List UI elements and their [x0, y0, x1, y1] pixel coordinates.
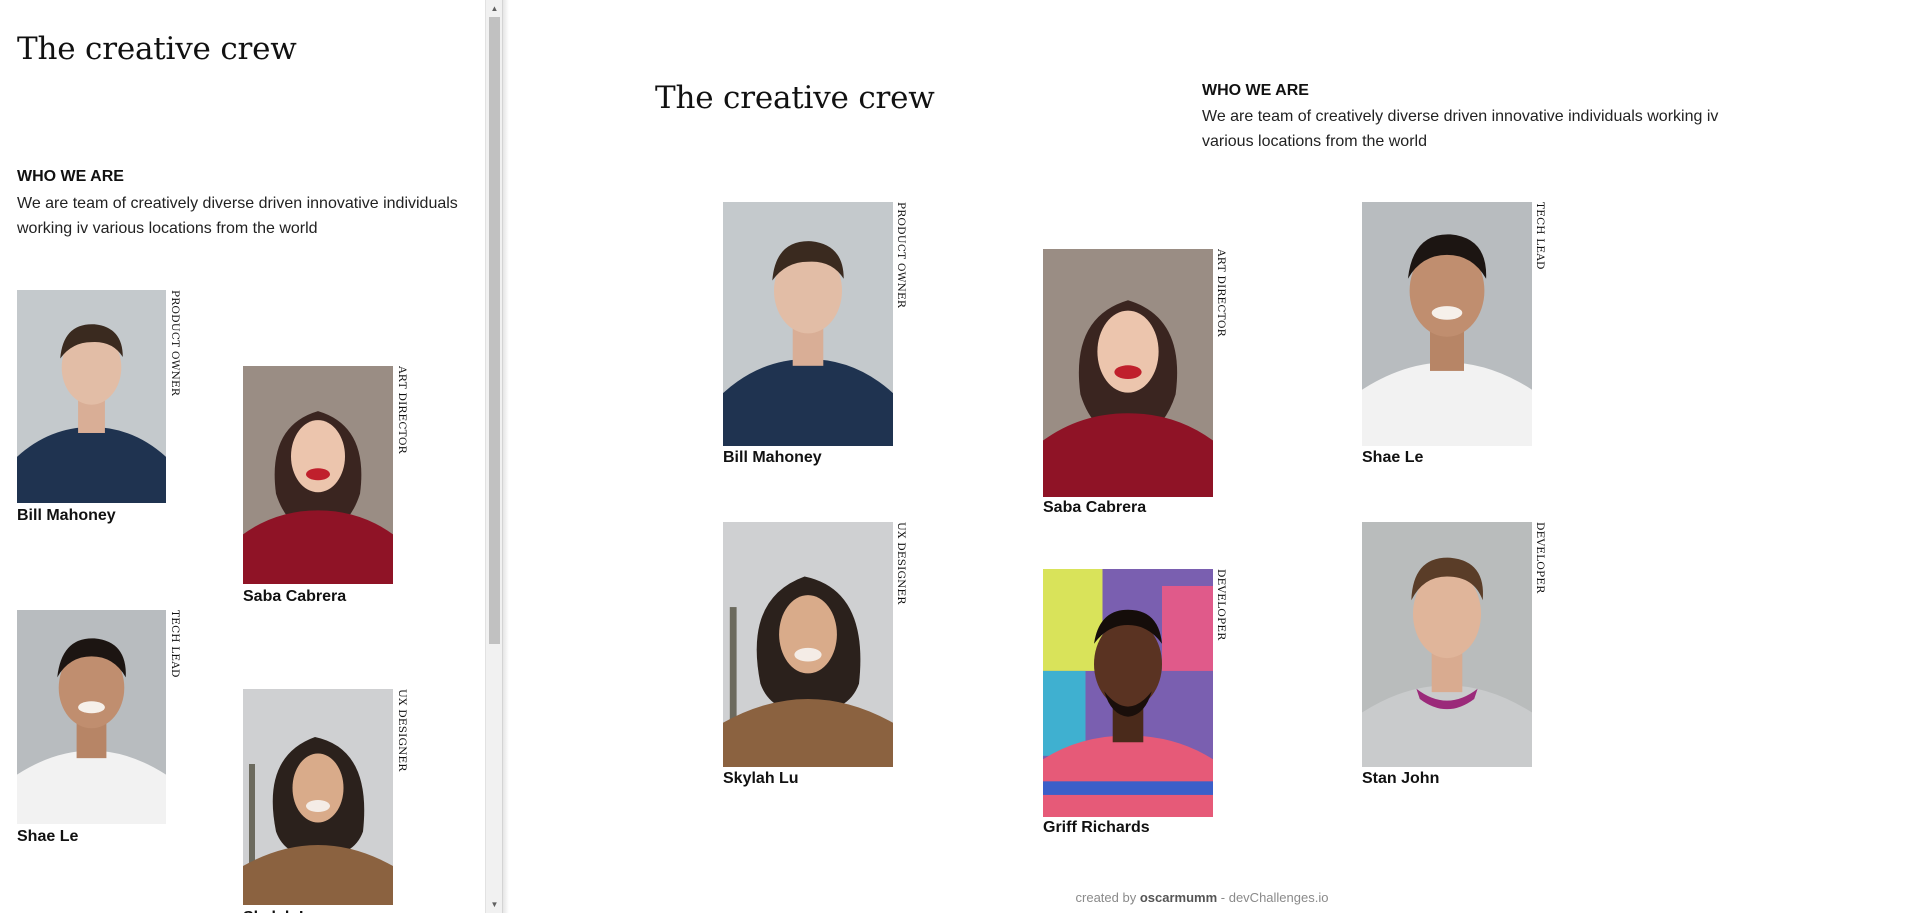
- footer-suffix: - devChallenges.io: [1220, 890, 1329, 905]
- member-role-shae-le: TECH LEAD: [169, 610, 181, 678]
- member-name-bill-mahoney: Bill Mahoney: [17, 507, 116, 524]
- member-photo-bill-mahoney: [17, 290, 166, 503]
- scrollbar-thumb[interactable]: [489, 17, 500, 644]
- member-name-stan-john-desktop: Stan John: [1362, 770, 1440, 787]
- member-photo-skylah-lu-desktop: [723, 522, 893, 767]
- member-photo-shae-le: [17, 610, 166, 824]
- member-role-saba-cabrera: ART DIRECTOR: [396, 366, 408, 454]
- member-role-shae-le-desktop: TECH LEAD: [1534, 202, 1546, 270]
- member-photo-skylah-lu: [243, 689, 393, 905]
- member-role-skylah-lu: UX DESIGNER: [396, 689, 408, 772]
- member-photo-stan-john-desktop: [1362, 522, 1532, 767]
- member-name-skylah-lu-desktop: Skylah Lu: [723, 770, 799, 787]
- member-name-saba-cabrera-desktop: Saba Cabrera: [1043, 499, 1147, 516]
- member-name-griff-richards-desktop: Griff Richards: [1043, 819, 1150, 836]
- footer-prefix: created by: [1075, 890, 1137, 905]
- member-photo-shae-le-desktop: [1362, 202, 1532, 446]
- member-name-shae-le-desktop: Shae Le: [1362, 449, 1424, 466]
- page-title-desktop: The creative crew: [655, 80, 935, 116]
- member-photo-bill-mahoney-desktop: [723, 202, 893, 446]
- who-we-are-heading: WHO WE ARE: [17, 168, 124, 185]
- team-description-desktop: We are team of creatively diverse driven…: [1202, 108, 1719, 150]
- member-role-stan-john-desktop: DEVELOPER: [1534, 522, 1546, 594]
- pane-divider-shadow: [503, 0, 509, 913]
- member-photo-saba-cabrera-desktop: [1043, 249, 1213, 497]
- member-role-bill-mahoney: PRODUCT OWNER: [169, 290, 181, 396]
- member-name-shae-le: Shae Le: [17, 828, 79, 845]
- member-name-skylah-lu: Skylah Lu: [243, 909, 319, 913]
- member-name-saba-cabrera: Saba Cabrera: [243, 588, 347, 605]
- footer-author-link[interactable]: oscarmumm: [1140, 890, 1217, 905]
- member-role-griff-richards-desktop: DEVELOPER: [1215, 569, 1227, 641]
- who-we-are-heading-desktop: WHO WE ARE: [1202, 82, 1309, 99]
- mobile-scrollbar[interactable]: ▲ ▼: [485, 0, 502, 913]
- footer-credit: created by oscarmumm - devChallenges.io: [0, 890, 1920, 905]
- member-role-bill-mahoney-desktop: PRODUCT OWNER: [895, 202, 907, 308]
- member-photo-saba-cabrera: [243, 366, 393, 584]
- mobile-preview-pane: The creative crew WHO WE ARE We are team…: [0, 0, 503, 913]
- page-title: The creative crew: [17, 31, 297, 67]
- member-photo-griff-richards-desktop: [1043, 569, 1213, 817]
- mobile-preview-content: The creative crew WHO WE ARE We are team…: [0, 0, 485, 913]
- team-description: We are team of creatively diverse driven…: [17, 195, 458, 237]
- member-name-bill-mahoney-desktop: Bill Mahoney: [723, 449, 822, 466]
- member-role-saba-cabrera-desktop: ART DIRECTOR: [1215, 249, 1227, 337]
- scroll-up-arrow-icon[interactable]: ▲: [486, 0, 502, 17]
- member-role-skylah-lu-desktop: UX DESIGNER: [895, 522, 907, 605]
